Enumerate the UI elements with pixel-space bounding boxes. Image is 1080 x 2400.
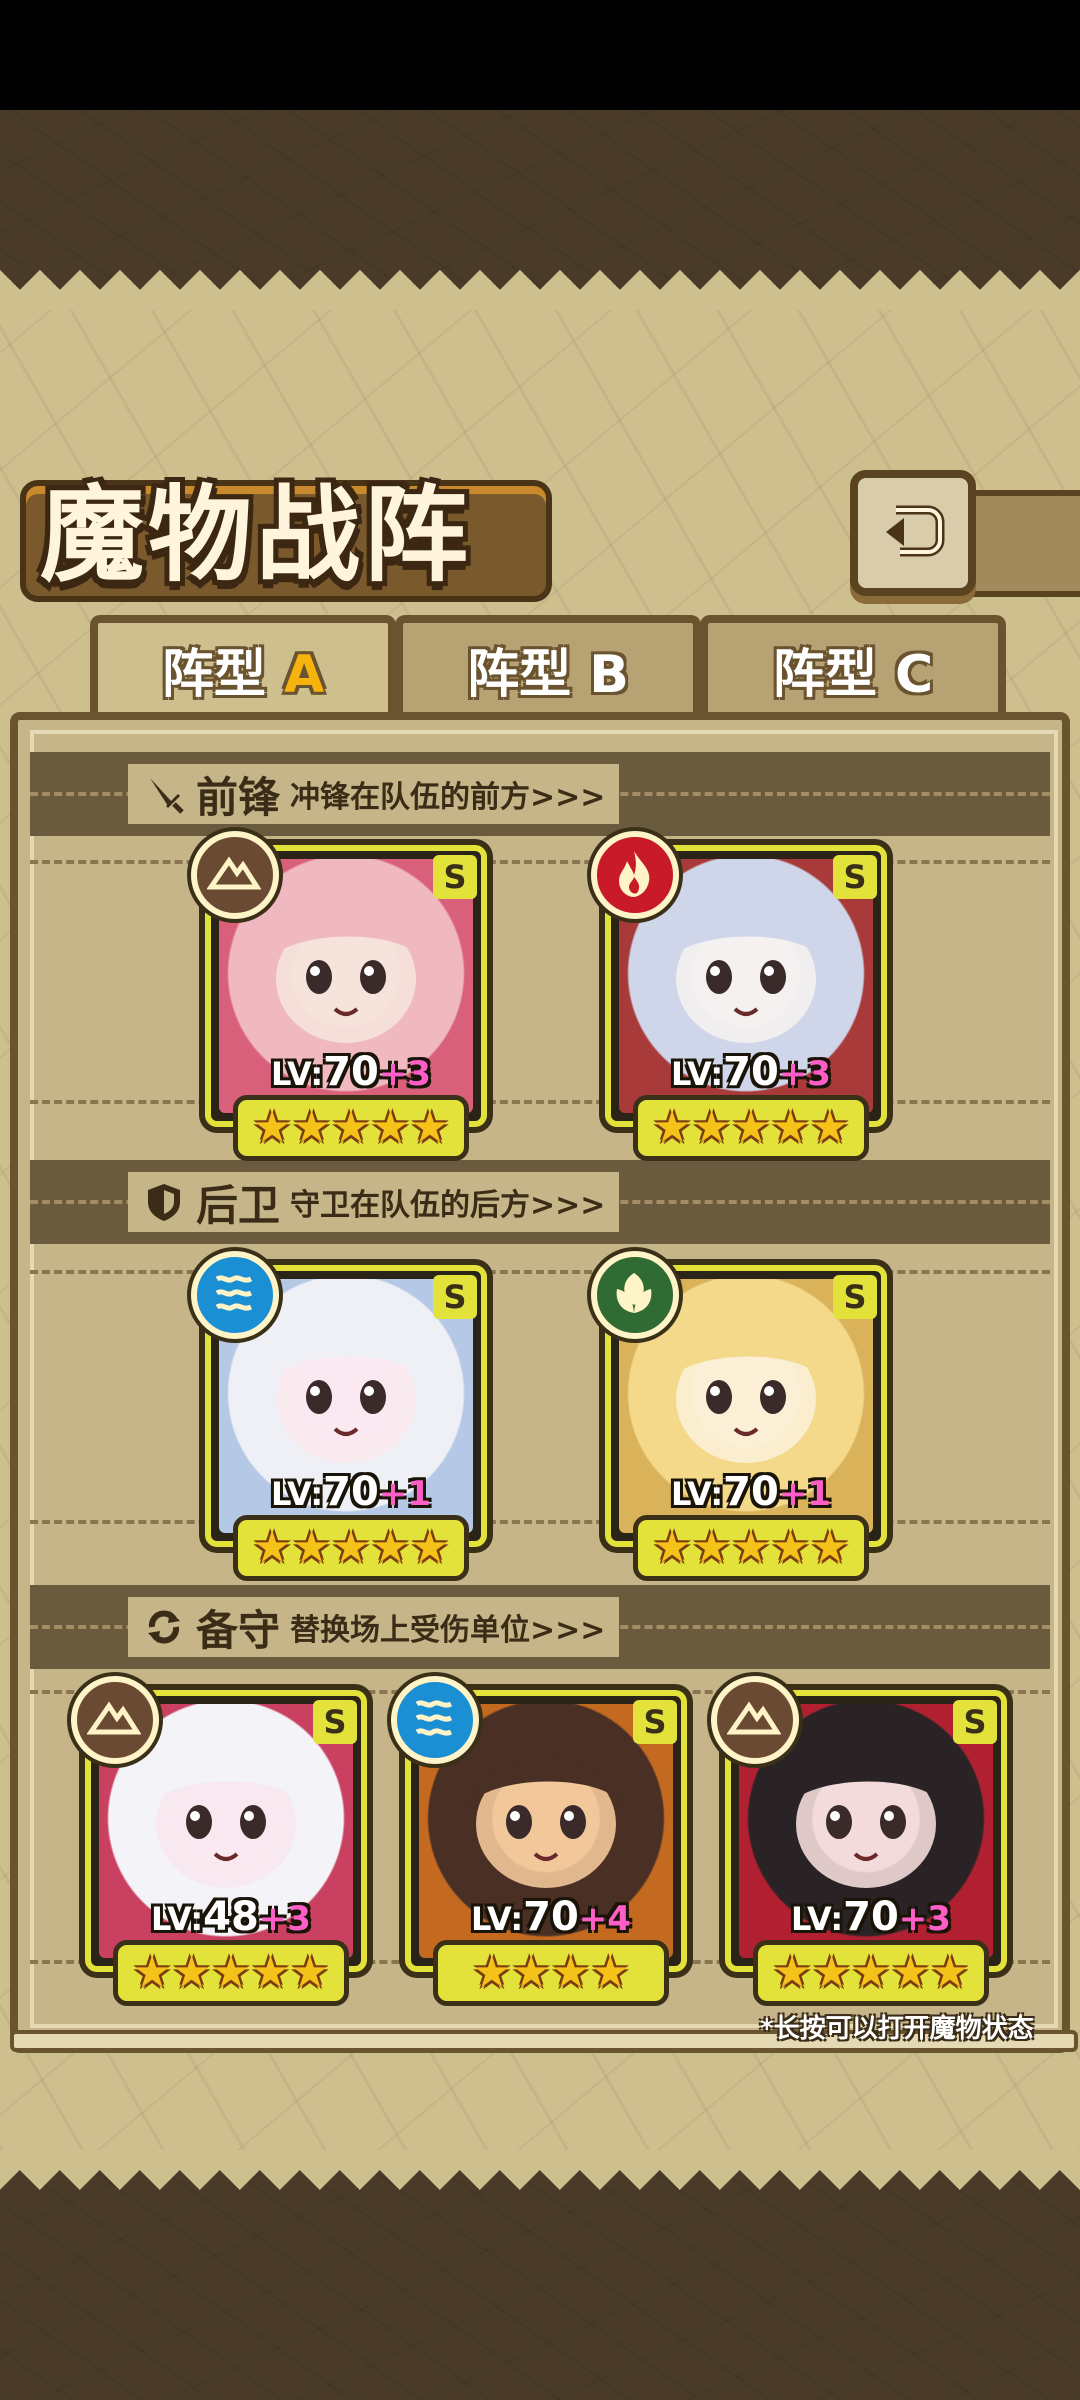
star-rating: ★ ★ ★ ★ [433, 1940, 669, 2006]
water-element-icon [391, 1676, 479, 1764]
wind-element-icon [591, 1251, 679, 1339]
star-icon: ★ [132, 1947, 172, 1998]
monster-card[interactable]: S LV:70+1 ★ ★ ★ ★ ★ [591, 1251, 887, 1581]
star-icon: ★ [810, 1522, 850, 1573]
row-divider [30, 1100, 1050, 1104]
monster-card[interactable]: S LV:70+4 ★ ★ ★ ★ [391, 1676, 687, 2006]
tab-label: 阵型 B [467, 645, 629, 705]
star-icon: ★ [851, 1947, 891, 1998]
monster-card[interactable]: S LV:70+3 ★ ★ ★ ★ ★ [191, 831, 487, 1161]
section-description: 替换场上受伤单位>>> [290, 1613, 606, 1648]
star-icon: ★ [250, 1947, 291, 1998]
rank-badge: S [433, 1275, 477, 1319]
star-icon: ★ [370, 1522, 411, 1573]
tab-label: 阵型 A [161, 645, 325, 705]
swap-icon [148, 1610, 180, 1644]
star-icon: ★ [811, 1947, 852, 1998]
tab-formation-c[interactable]: 阵型 C [700, 615, 1006, 723]
star-icon: ★ [691, 1522, 732, 1573]
tab-formation-a[interactable]: 阵型 A [90, 615, 396, 723]
star-icon: ★ [370, 1102, 411, 1153]
panel-edge-bottom [0, 2150, 1080, 2190]
star-icon: ★ [590, 1947, 630, 1998]
section-front-header: 前锋 冲锋在队伍的前方>>> [128, 764, 620, 824]
water-element-icon [191, 1251, 279, 1339]
star-icon: ★ [930, 1947, 970, 1998]
row-divider [30, 860, 1050, 864]
shield-icon [148, 1184, 180, 1221]
long-press-hint: *长按可以打开魔物状态 [760, 2014, 1034, 2044]
rank-badge: S [313, 1700, 357, 1744]
tab-label: 阵型 C [772, 645, 934, 705]
star-rating: ★ ★ ★ ★ ★ [753, 1940, 989, 2006]
rank-badge: S [433, 855, 477, 899]
earth-element-icon [71, 1676, 159, 1764]
star-icon: ★ [472, 1947, 512, 1998]
earth-element-icon [191, 831, 279, 919]
level-label: LV:70+4 [471, 1894, 631, 1940]
star-icon: ★ [810, 1102, 850, 1153]
level-label: LV:48+3 [151, 1894, 311, 1940]
monster-card[interactable]: S LV:48+3 ★ ★ ★ ★ ★ [71, 1676, 367, 2006]
star-icon: ★ [171, 1947, 212, 1998]
star-icon: ★ [511, 1947, 551, 1998]
rank-badge: S [633, 1700, 677, 1744]
back-arrow-icon [886, 505, 945, 557]
star-icon: ★ [331, 1522, 371, 1573]
star-icon: ★ [252, 1522, 292, 1573]
section-title: 前锋 [196, 772, 281, 822]
level-label: LV:70+1 [271, 1469, 431, 1515]
earth-element-icon [711, 1676, 799, 1764]
status-bar [0, 0, 1080, 110]
star-icon: ★ [211, 1947, 251, 1998]
page-title: 魔物战阵 [40, 473, 473, 596]
star-icon: ★ [291, 1102, 332, 1153]
star-icon: ★ [731, 1522, 771, 1573]
star-icon: ★ [331, 1102, 371, 1153]
level-label: LV:70+1 [671, 1469, 831, 1515]
star-icon: ★ [731, 1102, 771, 1153]
star-icon: ★ [652, 1102, 692, 1153]
level-label: LV:70+3 [671, 1049, 831, 1095]
monster-card[interactable]: S LV:70+3 ★ ★ ★ ★ ★ [711, 1676, 1007, 2006]
section-title: 后卫 [196, 1180, 281, 1230]
star-icon: ★ [770, 1102, 811, 1153]
section-reserve-header: 备守 替换场上受伤单位>>> [128, 1597, 620, 1657]
sword-icon [150, 778, 184, 814]
star-rating: ★ ★ ★ ★ ★ [113, 1940, 349, 2006]
star-icon: ★ [410, 1522, 450, 1573]
back-button[interactable] [850, 470, 976, 596]
star-icon: ★ [770, 1522, 811, 1573]
star-icon: ★ [551, 1947, 591, 1998]
star-icon: ★ [290, 1947, 330, 1998]
section-description: 冲锋在队伍的前方>>> [290, 780, 606, 815]
tab-formation-b[interactable]: 阵型 B [395, 615, 701, 723]
section-title: 备守 [196, 1605, 281, 1655]
star-icon: ★ [652, 1522, 692, 1573]
star-icon: ★ [890, 1947, 931, 1998]
star-rating: ★ ★ ★ ★ ★ [233, 1095, 469, 1161]
rank-badge: S [833, 1275, 877, 1319]
monster-card[interactable]: S LV:70+3 ★ ★ ★ ★ ★ [591, 831, 887, 1161]
section-description: 守卫在队伍的后方>>> [290, 1188, 606, 1223]
star-icon: ★ [291, 1522, 332, 1573]
rank-badge: S [953, 1700, 997, 1744]
star-rating: ★ ★ ★ ★ ★ [633, 1515, 869, 1581]
star-icon: ★ [410, 1102, 450, 1153]
panel-edge-top [0, 270, 1080, 310]
row-divider [30, 1270, 1050, 1274]
star-icon: ★ [691, 1102, 732, 1153]
rank-badge: S [833, 855, 877, 899]
level-label: LV:70+3 [271, 1049, 431, 1095]
fire-element-icon [591, 831, 679, 919]
level-label: LV:70+3 [791, 1894, 951, 1940]
section-rear-header: 后卫 守卫在队伍的后方>>> [128, 1172, 620, 1232]
star-icon: ★ [252, 1102, 292, 1153]
star-rating: ★ ★ ★ ★ ★ [233, 1515, 469, 1581]
row-divider [30, 1520, 1050, 1524]
star-rating: ★ ★ ★ ★ ★ [633, 1095, 869, 1161]
monster-card[interactable]: S LV:70+1 ★ ★ ★ ★ ★ [191, 1251, 487, 1581]
star-icon: ★ [772, 1947, 812, 1998]
